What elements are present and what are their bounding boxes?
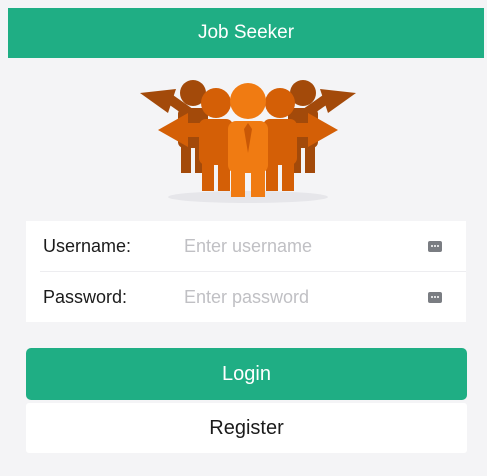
password-row: Password:: [26, 272, 466, 322]
username-input[interactable]: [184, 229, 414, 263]
keyboard-icon[interactable]: [428, 291, 442, 303]
login-button[interactable]: Login: [26, 348, 467, 400]
username-label: Username:: [43, 235, 132, 256]
username-row: Username:: [26, 221, 466, 271]
register-button[interactable]: Register: [26, 403, 467, 453]
login-form: Username: Password:: [26, 221, 466, 322]
team-people-arrows-icon: [140, 80, 356, 203]
keyboard-icon[interactable]: [428, 240, 442, 252]
page-title: Job Seeker: [197, 22, 295, 43]
app-header: Job Seeker: [8, 8, 484, 58]
password-label: Password:: [43, 286, 128, 307]
password-input[interactable]: [184, 280, 414, 314]
